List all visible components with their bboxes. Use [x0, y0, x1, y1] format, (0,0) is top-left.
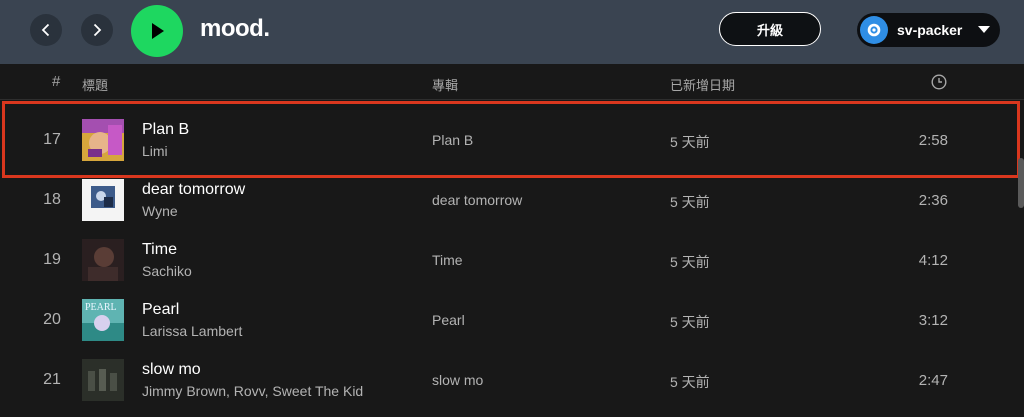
track-number: 21	[43, 371, 61, 388]
track-duration: 4:12	[918, 252, 948, 269]
track-album[interactable]: Pearl	[432, 312, 465, 328]
track-album[interactable]: Time	[432, 252, 463, 268]
track-artist[interactable]: Jimmy Brown, Rovv, Sweet The Kid	[142, 383, 363, 399]
track-title[interactable]: dear tomorrow	[142, 181, 245, 199]
play-button[interactable]	[131, 5, 183, 57]
track-duration: 2:36	[918, 192, 948, 209]
album-art-text: PEARL	[85, 302, 117, 313]
album-art	[82, 359, 124, 401]
track-title[interactable]: Pearl	[142, 301, 179, 319]
track-row[interactable]: 19 Time Sachiko Time 5 天前 4:12	[0, 230, 1024, 290]
column-number: #	[52, 73, 61, 90]
track-date-added: 5 天前	[670, 374, 710, 390]
track-row[interactable]: 20 PEARL Pearl Larissa Lambert Pearl 5 天…	[0, 290, 1024, 350]
track-duration: 3:12	[918, 312, 948, 329]
track-number: 20	[43, 311, 61, 328]
track-album[interactable]: dear tomorrow	[432, 192, 522, 208]
upgrade-button[interactable]: 升級	[719, 12, 821, 46]
back-button[interactable]	[30, 14, 62, 46]
track-duration: 2:47	[918, 372, 948, 389]
track-album[interactable]: Plan B	[432, 132, 473, 148]
track-artist[interactable]: Sachiko	[142, 263, 192, 279]
track-artist[interactable]: Larissa Lambert	[142, 323, 242, 339]
track-duration: 2:58	[918, 132, 948, 149]
track-row[interactable]: 21 slow mo Jimmy Brown, Rovv, Sweet The …	[0, 350, 1024, 410]
column-title[interactable]: 標題	[82, 75, 108, 94]
track-date-added: 5 天前	[670, 254, 710, 270]
track-date-added: 5 天前	[670, 194, 710, 210]
track-number: 18	[43, 191, 61, 208]
column-date-added[interactable]: 已新增日期	[670, 75, 735, 94]
caret-down-icon	[978, 26, 990, 33]
user-menu-button[interactable]: sv-packer	[857, 13, 1000, 47]
chevron-left-icon	[41, 23, 50, 37]
track-title[interactable]: slow mo	[142, 361, 201, 379]
clock-icon	[931, 74, 947, 93]
track-artist[interactable]: Wyne	[142, 203, 178, 219]
avatar	[860, 16, 888, 44]
track-row[interactable]: 17 Plan B Limi Plan B 5 天前 2:58	[0, 110, 1024, 170]
top-bar: mood. 升級 sv-packer	[0, 0, 1024, 64]
track-title[interactable]: Plan B	[142, 121, 189, 139]
track-date-added: 5 天前	[670, 314, 710, 330]
tracklist-header: # 標題 專輯 已新增日期	[0, 64, 1024, 100]
track-number: 19	[43, 251, 61, 268]
chevron-right-icon	[93, 23, 102, 37]
album-art	[82, 119, 124, 161]
track-date-added: 5 天前	[670, 134, 710, 150]
track-number: 17	[43, 131, 61, 148]
track-album[interactable]: slow mo	[432, 372, 483, 388]
album-art	[82, 239, 124, 281]
user-avatar-icon	[867, 23, 881, 37]
scrollbar-thumb[interactable]	[1018, 158, 1024, 208]
playlist-title: mood.	[200, 15, 270, 42]
track-artist[interactable]: Limi	[142, 143, 168, 159]
column-album[interactable]: 專輯	[432, 75, 458, 94]
album-art	[82, 179, 124, 221]
forward-button[interactable]	[81, 14, 113, 46]
play-icon	[152, 23, 164, 39]
username: sv-packer	[897, 22, 963, 38]
track-row[interactable]: 18 dear tomorrow Wyne dear tomorrow 5 天前…	[0, 170, 1024, 230]
album-art: PEARL	[82, 299, 124, 341]
track-title[interactable]: Time	[142, 241, 177, 259]
